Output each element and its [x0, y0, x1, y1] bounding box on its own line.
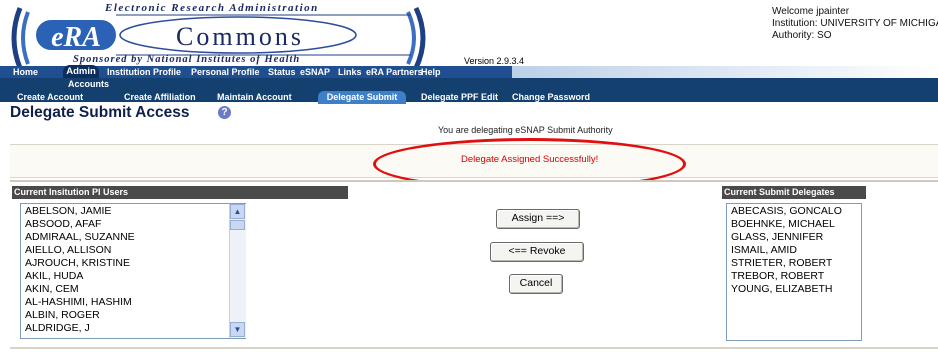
- scroll-up-arrow-icon[interactable]: ▲: [230, 204, 245, 219]
- list-item[interactable]: ALDRIDGE, J: [25, 322, 90, 334]
- authority-text: Authority: SO: [772, 30, 832, 41]
- list-item[interactable]: AIELLO, ALLISON: [25, 244, 111, 256]
- nav-home[interactable]: Home: [13, 66, 38, 78]
- nav-status[interactable]: Status: [268, 66, 296, 78]
- list-item[interactable]: TREBOR, ROBERT: [731, 270, 824, 282]
- cancel-button[interactable]: Cancel: [509, 274, 563, 294]
- scroll-down-arrow-icon[interactable]: ▼: [230, 322, 245, 337]
- nav-personal-profile[interactable]: Personal Profile: [191, 66, 260, 78]
- list-item[interactable]: ABSOOD, AFAF: [25, 218, 101, 230]
- submit-delegates-header: Current Submit Delegates: [722, 186, 866, 199]
- list-item[interactable]: AKIN, CEM: [25, 283, 79, 295]
- user-info-block: Welcome jpainter Institution: UNIVERSITY…: [772, 6, 938, 42]
- subnav-create-affiliation[interactable]: Create Affiliation: [124, 92, 196, 103]
- logo-era-text: eRA: [51, 22, 101, 53]
- list-item[interactable]: ISMAIL, AMID: [731, 244, 797, 256]
- assign-button[interactable]: Assign ==>: [496, 209, 580, 229]
- list-item[interactable]: AJROUCH, KRISTINE: [25, 257, 130, 269]
- submit-delegates-listbox[interactable]: ABECASIS, GONCALO BOEHNKE, MICHAEL GLASS…: [726, 203, 862, 341]
- list-item[interactable]: ADMIRAAL, SUZANNE: [25, 231, 135, 243]
- nav-era-partners[interactable]: eRA Partners: [366, 66, 423, 78]
- subnav-maintain-account[interactable]: Maintain Account: [217, 92, 292, 103]
- list-item[interactable]: BOEHNKE, MICHAEL: [731, 218, 835, 230]
- nav-esnap[interactable]: eSNAP: [300, 66, 330, 78]
- institution-text: Institution: UNIVERSITY OF MICHIGA: [772, 18, 938, 29]
- list-item[interactable]: AL-HASHIMI, HASHIM: [25, 296, 132, 308]
- list-item[interactable]: YOUNG, ELIZABETH: [731, 283, 833, 295]
- list-item[interactable]: ALBIN, ROGER: [25, 309, 100, 321]
- welcome-text: Welcome jpainter: [772, 6, 850, 17]
- pi-users-header: Current Insitution PI Users: [12, 186, 348, 199]
- list-item[interactable]: ABELSON, JAMIE: [25, 205, 111, 217]
- nav-links[interactable]: Links: [338, 66, 362, 78]
- list-item[interactable]: AKIL, HUDA: [25, 270, 83, 282]
- nav-section-accounts: Accounts: [68, 79, 110, 89]
- revoke-button[interactable]: <== Revoke: [490, 242, 584, 262]
- delegation-info-text: You are delegating eSNAP Submit Authorit…: [438, 125, 613, 135]
- primary-nav-fade: [512, 66, 938, 78]
- page-title: Delegate Submit Access: [10, 104, 190, 121]
- tagline-bottom: Sponsored by National Institutes of Heal…: [73, 54, 301, 65]
- list-item[interactable]: STRIETER, ROBERT: [731, 257, 832, 269]
- subnav-create-account[interactable]: Create Account: [17, 92, 83, 103]
- scrollbar-thumb[interactable]: [230, 220, 245, 230]
- version-label: Version 2.9.3.4: [464, 56, 525, 66]
- bottom-divider: [10, 347, 938, 349]
- nav-institution-profile[interactable]: Institution Profile: [107, 66, 181, 78]
- question-circle-icon[interactable]: ?: [218, 106, 231, 119]
- logo-commons-text: Commons: [176, 22, 304, 51]
- list-item[interactable]: ABECASIS, GONCALO: [731, 205, 842, 217]
- pi-users-listbox[interactable]: ABELSON, JAMIE ABSOOD, AFAF ADMIRAAL, SU…: [20, 203, 246, 339]
- list-item[interactable]: GLASS, JENNIFER: [731, 231, 823, 243]
- tagline-top: Electronic Research Administration: [105, 2, 319, 14]
- subnav-change-password[interactable]: Change Password: [512, 92, 590, 103]
- nav-help[interactable]: Help: [421, 66, 441, 78]
- subnav-delegate-ppf-edit[interactable]: Delegate PPF Edit: [421, 92, 498, 103]
- subnav-delegate-submit[interactable]: Delegate Submit: [318, 91, 406, 104]
